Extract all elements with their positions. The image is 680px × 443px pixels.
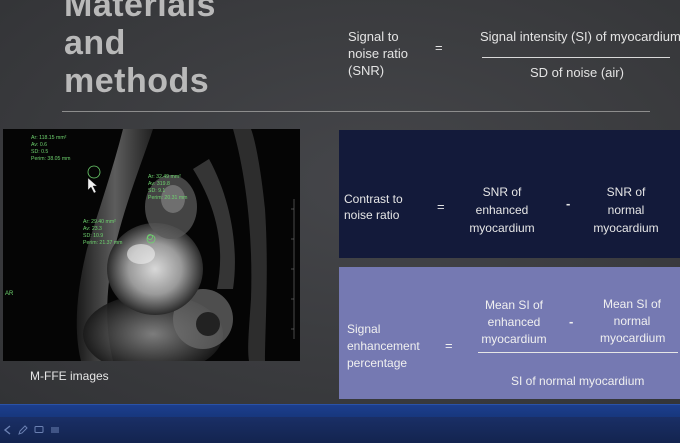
cnr-label: Contrast to noise ratio	[344, 191, 403, 223]
comment-icon[interactable]	[34, 425, 44, 435]
back-icon[interactable]	[3, 425, 13, 435]
snr-numerator: Signal intensity (SI) of myocardium	[480, 29, 680, 44]
sep-term-line: myocardium	[481, 332, 547, 346]
snr-equals: =	[435, 40, 443, 55]
roi-text: Ar: 32.49 mm²	[148, 174, 181, 180]
presentation-slide: Materials and methods Signal to noise ra…	[0, 0, 680, 404]
menu-icon[interactable]	[50, 425, 60, 435]
roi-text: SD: 9.1	[148, 188, 165, 194]
sep-term-line: enhanced	[487, 315, 541, 329]
cnr-label-line: noise ratio	[344, 208, 400, 222]
sep-denominator: SI of normal myocardium	[511, 374, 645, 388]
roi-text: SD: 0.5	[31, 149, 48, 155]
toolbar-strip	[0, 417, 680, 443]
roi-text: Ar: 29.40 mm²	[83, 219, 116, 225]
slide-title: Materials and methods	[64, 0, 264, 100]
roi-text: Perim: 38.05 mm	[31, 156, 71, 162]
sep-label-line: enhancement	[347, 339, 420, 353]
edit-icon[interactable]	[18, 425, 28, 435]
roi-text: Av: 0.6	[31, 142, 47, 148]
title-line: methods	[64, 62, 210, 100]
cnr-term-line: enhanced	[475, 203, 529, 217]
cnr-label-line: Contrast to	[344, 192, 403, 206]
mri-scan-graphic: Ar: 118.15 mm² Av: 0.6 SD: 0.5 Perim: 38…	[3, 129, 300, 361]
title-line: and	[64, 24, 126, 62]
mri-image: Ar: 118.15 mm² Av: 0.6 SD: 0.5 Perim: 38…	[3, 129, 300, 361]
snr-label-line: Signal to	[348, 29, 399, 44]
sep-term-line: Mean SI of	[484, 298, 544, 312]
sep-term-normal: Mean SI of normal myocardium	[600, 296, 666, 347]
sep-equals: =	[445, 338, 453, 353]
mri-caption: M-FFE images	[30, 369, 109, 383]
snr-label-line: noise ratio	[348, 46, 408, 61]
cnr-term-enhanced: SNR of enhanced myocardium	[466, 183, 538, 237]
cnr-term-line: SNR of	[606, 185, 646, 199]
sep-term-enhanced: Mean SI of enhanced myocardium	[474, 297, 554, 348]
cnr-term-line: normal	[607, 203, 645, 217]
cnr-term-line: myocardium	[593, 221, 659, 235]
snr-fraction-line	[482, 57, 670, 58]
sep-label-line: percentage	[347, 356, 408, 370]
cnr-term-line: SNR of	[482, 185, 522, 199]
orientation-label: AR	[5, 291, 14, 297]
sep-term-line: Mean SI of	[602, 297, 662, 311]
sep-term-line: myocardium	[600, 331, 666, 345]
cnr-equals: =	[437, 199, 445, 214]
roi-text: SD: 10.9	[83, 233, 103, 239]
sep-label: Signal enhancement percentage	[347, 321, 420, 372]
cnr-term-line: myocardium	[469, 221, 535, 235]
snr-label: Signal to noise ratio (SNR)	[348, 28, 408, 79]
sep-term-line: normal	[613, 314, 651, 328]
roi-text: Av: 23.3	[83, 226, 102, 232]
sep-fraction-line	[478, 352, 678, 353]
snr-denominator: SD of noise (air)	[530, 65, 624, 80]
cnr-term-normal: SNR of normal myocardium	[588, 183, 664, 237]
cnr-minus: -	[566, 196, 571, 211]
roi-text: Perim: 20.31 mm	[148, 195, 188, 201]
roi-text: Av: 319.8	[148, 181, 170, 187]
presentation-toolbar	[0, 404, 680, 443]
sep-minus: -	[569, 314, 574, 329]
roi-text: Ar: 118.15 mm²	[31, 135, 67, 141]
snr-label-line: (SNR)	[348, 63, 385, 78]
title-line: Materials	[64, 0, 216, 24]
sep-label-line: Signal	[347, 322, 381, 336]
roi-text: Perim: 21.37 mm	[83, 240, 123, 246]
divider-rule	[62, 111, 650, 112]
